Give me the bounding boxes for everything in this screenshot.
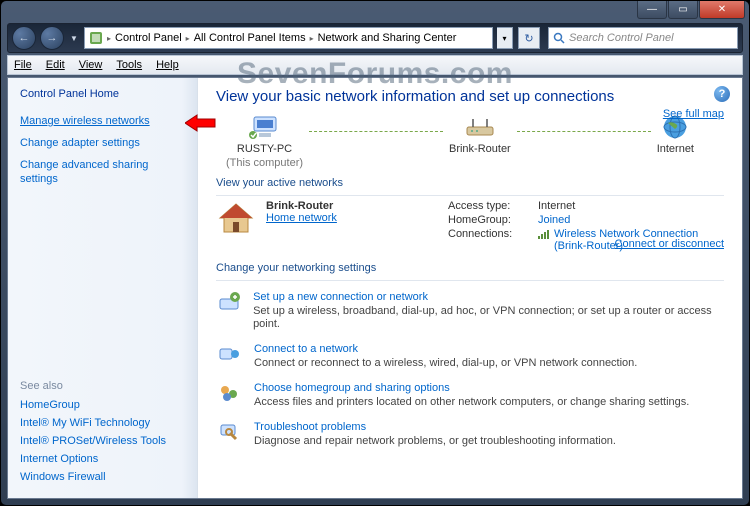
troubleshoot-icon: [218, 421, 240, 443]
forward-button[interactable]: →: [40, 26, 64, 50]
search-input[interactable]: Search Control Panel: [548, 27, 738, 49]
help-icon[interactable]: ?: [714, 86, 730, 102]
node-router-label: Brink-Router: [449, 143, 511, 155]
menu-bar: File Edit View Tools Help: [7, 55, 743, 75]
minimize-button[interactable]: —: [637, 1, 667, 19]
titlebar: — ▭ ✕: [1, 1, 749, 23]
computer-icon: [248, 113, 282, 141]
task-setup-connection-desc: Set up a wireless, broadband, dial-up, a…: [253, 305, 724, 331]
task-troubleshoot-link[interactable]: Troubleshoot problems: [254, 421, 616, 433]
homegroup-link[interactable]: Joined: [538, 214, 724, 226]
task-connect-network: Connect to a network Connect or reconnec…: [216, 343, 724, 370]
node-internet[interactable]: Internet: [657, 113, 694, 169]
active-network-type-link[interactable]: Home network: [266, 212, 337, 224]
task-homegroup-desc: Access files and printers located on oth…: [254, 396, 689, 409]
seealso-windows-firewall[interactable]: Windows Firewall: [20, 470, 185, 484]
breadcrumb-leaf[interactable]: Network and Sharing Center: [318, 32, 457, 44]
breadcrumb-root[interactable]: Control Panel: [115, 32, 182, 44]
search-icon: [553, 32, 565, 44]
breadcrumb-sep-icon: ▸: [186, 34, 190, 43]
net-connection-line: [517, 131, 651, 132]
breadcrumb-mid[interactable]: All Control Panel Items: [194, 32, 306, 44]
task-homegroup: Choose homegroup and sharing options Acc…: [216, 382, 724, 409]
seealso-internet-options[interactable]: Internet Options: [20, 452, 185, 466]
task-setup-connection-link[interactable]: Set up a new connection or network: [253, 291, 724, 303]
settings-heading: Change your networking settings: [216, 262, 724, 274]
node-pc-label: RUSTY-PC: [237, 143, 292, 155]
node-pc-sublabel: (This computer): [226, 157, 303, 169]
address-dropdown[interactable]: ▾: [497, 27, 513, 49]
connect-disconnect-link[interactable]: Connect or disconnect: [615, 238, 724, 250]
search-placeholder: Search Control Panel: [569, 32, 674, 44]
back-button[interactable]: ←: [12, 26, 36, 50]
task-connect-network-desc: Connect or reconnect to a wireless, wire…: [254, 357, 637, 370]
window-frame: — ▭ ✕ ← → ▼ ▸ Control Panel ▸ All Contro…: [0, 0, 750, 506]
task-troubleshoot-desc: Diagnose and repair network problems, or…: [254, 435, 616, 448]
nav-history-dropdown[interactable]: ▼: [68, 34, 80, 43]
task-connect-network-link[interactable]: Connect to a network: [254, 343, 637, 355]
menu-file[interactable]: File: [14, 59, 32, 71]
task-homegroup-link[interactable]: Choose homegroup and sharing options: [254, 382, 689, 394]
setup-connection-icon: [218, 291, 240, 313]
annotation-arrow-icon: [185, 113, 217, 133]
control-panel-home-link[interactable]: Control Panel Home: [20, 88, 185, 100]
task-troubleshoot: Troubleshoot problems Diagnose and repai…: [216, 421, 724, 448]
page-title: View your basic network information and …: [216, 88, 724, 105]
menu-view[interactable]: View: [79, 59, 103, 71]
address-bar[interactable]: ▸ Control Panel ▸ All Control Panel Item…: [84, 27, 493, 49]
homegroup-icon: [218, 382, 240, 404]
node-router[interactable]: Brink-Router: [449, 113, 511, 169]
refresh-button[interactable]: ↻: [518, 27, 540, 49]
maximize-button[interactable]: ▭: [668, 1, 698, 19]
seealso-intel-mywifi[interactable]: Intel® My WiFi Technology: [20, 416, 185, 430]
node-internet-label: Internet: [657, 143, 694, 155]
connect-network-icon: [218, 343, 240, 365]
breadcrumb-sep-icon: ▸: [310, 34, 314, 43]
active-network-name: Brink-Router: [266, 200, 337, 212]
net-connection-line: [309, 131, 443, 132]
content-area: Control Panel Home Manage wireless netwo…: [7, 77, 743, 499]
task-setup-connection: Set up a new connection or network Set u…: [216, 291, 724, 331]
sidebar-link-manage-wireless[interactable]: Manage wireless networks: [20, 114, 185, 128]
wifi-signal-icon: [538, 228, 550, 240]
breadcrumb-sep-icon: ▸: [107, 34, 111, 43]
router-icon: [463, 113, 497, 141]
access-type-value: Internet: [538, 200, 724, 212]
menu-tools[interactable]: Tools: [116, 59, 142, 71]
access-type-label: Access type:: [448, 200, 530, 212]
seealso-homegroup[interactable]: HomeGroup: [20, 398, 185, 412]
see-also-heading: See also: [20, 380, 185, 392]
menu-help[interactable]: Help: [156, 59, 179, 71]
control-panel-icon: [89, 31, 103, 45]
nav-toolbar: ← → ▼ ▸ Control Panel ▸ All Control Pane…: [7, 23, 743, 53]
connections-label: Connections:: [448, 228, 530, 252]
sidebar-link-advanced-sharing[interactable]: Change advanced sharing settings: [20, 158, 185, 186]
menu-edit[interactable]: Edit: [46, 59, 65, 71]
see-full-map-link[interactable]: See full map: [663, 108, 724, 120]
network-map: RUSTY-PC (This computer) Brink-Router In…: [216, 113, 724, 169]
node-this-pc[interactable]: RUSTY-PC (This computer): [226, 113, 303, 169]
active-networks-heading: View your active networks: [216, 177, 724, 189]
sidebar-link-adapter-settings[interactable]: Change adapter settings: [20, 136, 185, 150]
sidebar: Control Panel Home Manage wireless netwo…: [8, 78, 198, 498]
main-panel: ? View your basic network information an…: [198, 78, 742, 498]
homegroup-label: HomeGroup:: [448, 214, 530, 226]
seealso-intel-proset[interactable]: Intel® PROSet/Wireless Tools: [20, 434, 185, 448]
close-button[interactable]: ✕: [699, 1, 745, 19]
house-icon: [216, 200, 256, 236]
see-also-section: See also HomeGroup Intel® My WiFi Techno…: [20, 380, 185, 488]
